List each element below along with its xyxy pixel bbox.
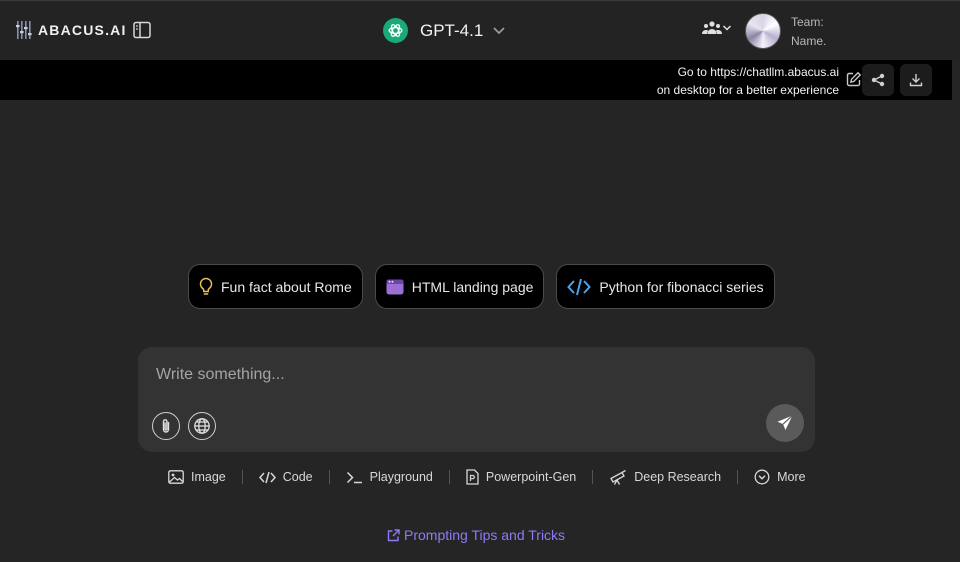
logo[interactable]: ABACUS.AI xyxy=(16,21,127,39)
model-name: GPT-4.1 xyxy=(420,20,484,40)
browser-window-icon xyxy=(386,279,404,295)
divider xyxy=(448,470,450,484)
suggestion-chip[interactable]: HTML landing page xyxy=(374,264,545,309)
paper-plane-icon xyxy=(777,415,793,430)
send-button[interactable] xyxy=(766,404,804,442)
team-menu-button[interactable] xyxy=(702,20,732,36)
prompting-tips-link[interactable]: Prompting Tips and Tricks xyxy=(387,527,565,543)
message-input[interactable] xyxy=(156,362,756,388)
divider xyxy=(241,470,243,484)
terminal-icon xyxy=(346,471,363,484)
tool-deep-research[interactable]: Deep Research xyxy=(609,469,721,485)
tool-powerpoint-gen[interactable]: Powerpoint-Gen xyxy=(466,469,576,485)
web-search-button[interactable] xyxy=(188,412,216,440)
suggestion-chip[interactable]: Python for fibonacci series xyxy=(556,264,775,309)
telescope-icon xyxy=(609,469,627,485)
image-icon xyxy=(168,470,184,484)
edit-icon[interactable] xyxy=(846,71,862,92)
abacus-logo-icon xyxy=(16,21,32,39)
tool-code[interactable]: Code xyxy=(258,470,313,484)
logo-text: ABACUS.AI xyxy=(38,22,127,38)
download-button[interactable] xyxy=(900,64,932,96)
avatar[interactable] xyxy=(745,13,781,49)
tool-playground[interactable]: Playground xyxy=(346,470,433,484)
chevron-circle-icon xyxy=(754,469,770,485)
openai-icon xyxy=(383,18,408,43)
sidebar-panel-icon xyxy=(133,21,151,39)
users-group-icon xyxy=(702,21,722,34)
paperclip-icon xyxy=(162,419,170,433)
code-icon xyxy=(567,278,592,296)
tool-more[interactable]: More xyxy=(754,469,806,485)
lightbulb-icon xyxy=(199,277,213,297)
share-button[interactable] xyxy=(862,64,894,96)
sidebar-toggle-button[interactable] xyxy=(133,21,151,39)
tool-bar: Image Code Playground Powerpoint-Gen Dee… xyxy=(168,469,806,485)
chevron-down-icon xyxy=(493,26,505,34)
code-icon xyxy=(258,471,276,484)
message-composer xyxy=(138,347,815,452)
divider xyxy=(592,470,594,484)
download-icon xyxy=(909,74,923,87)
tool-image[interactable]: Image xyxy=(168,470,226,484)
model-selector[interactable]: GPT-4.1 xyxy=(383,18,506,43)
attach-button[interactable] xyxy=(152,412,180,440)
share-icon xyxy=(871,73,885,87)
powerpoint-icon xyxy=(466,469,479,485)
desktop-notice-banner: Go to https://chatllm.abacus.ai on deskt… xyxy=(0,60,952,100)
top-bar: ABACUS.AI GPT-4.1 Team: Name. xyxy=(0,0,960,60)
suggestion-chip[interactable]: Fun fact about Rome xyxy=(188,264,363,309)
team-name-label: Team: Name. xyxy=(791,15,827,48)
chevron-down-icon xyxy=(722,25,732,31)
external-link-icon xyxy=(387,528,400,542)
globe-icon xyxy=(194,418,210,434)
divider xyxy=(328,470,330,484)
banner-text: Go to https://chatllm.abacus.ai on deskt… xyxy=(656,65,839,97)
divider xyxy=(737,470,739,484)
suggestion-chips: Fun fact about Rome HTML landing page Py… xyxy=(188,264,787,309)
